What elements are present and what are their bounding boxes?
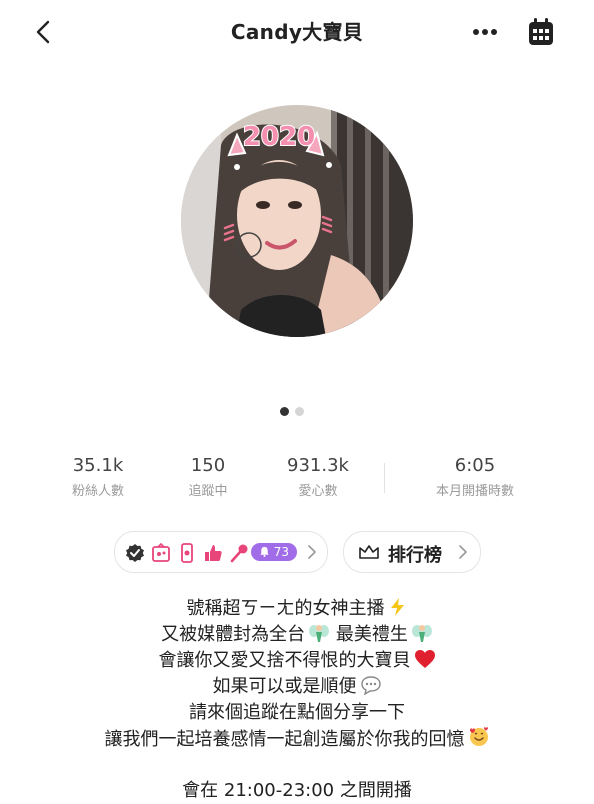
bio-line-blank bbox=[0, 752, 594, 778]
photo-carousel-indicator bbox=[280, 401, 310, 420]
calendar-icon bbox=[529, 18, 553, 45]
stat-value: 6:05 bbox=[454, 455, 496, 476]
speech-bubble-emoji-icon bbox=[360, 676, 381, 695]
stat-value: 150 bbox=[190, 455, 226, 476]
stat-monthly-hours: 6:05 本月開播時數 bbox=[420, 455, 530, 499]
top-bar: Candy大寶貝 bbox=[0, 0, 594, 64]
stat-following[interactable]: 150 追蹤中 bbox=[172, 455, 244, 499]
bio-line: 讓我們一起培養感情一起創造屬於你我的回憶 bbox=[0, 726, 594, 752]
red-heart-emoji-icon bbox=[414, 650, 435, 668]
stat-followers[interactable]: 35.1k 粉絲人數 bbox=[62, 455, 134, 499]
bio-line-schedule: 會在 21:00-23:00 之間開播 bbox=[182, 780, 412, 801]
stat-label: 粉絲人數 bbox=[71, 484, 124, 499]
lightning-emoji-icon bbox=[390, 598, 404, 616]
chevron-right-icon bbox=[459, 545, 467, 559]
calendar-button[interactable] bbox=[526, 16, 556, 48]
more-button[interactable] bbox=[468, 20, 502, 44]
bio-line: 又被媒體封為全台 最美禮生 bbox=[0, 622, 594, 648]
bio-line: 號稱超ㄎㄧㄤ的女神主播 bbox=[0, 596, 594, 622]
chevron-right-icon bbox=[308, 545, 316, 559]
bio-line: 會讓你又愛又捨不得恨的大寶貝 bbox=[0, 648, 594, 674]
crown-icon bbox=[359, 545, 379, 559]
carousel-dot[interactable] bbox=[295, 407, 304, 416]
bell-icon bbox=[260, 546, 269, 557]
stat-label: 愛心數 bbox=[298, 484, 338, 499]
smiling-face-with-hearts-emoji-icon bbox=[469, 727, 488, 746]
badges-button[interactable]: 73 bbox=[114, 531, 328, 573]
fairy-emoji-icon bbox=[411, 625, 432, 642]
level-number: 73 bbox=[273, 545, 290, 559]
stat-value: 931.3k bbox=[287, 455, 349, 476]
verified-badge-icon bbox=[126, 544, 144, 562]
bio-line: 如果可以或是順便 bbox=[0, 674, 594, 700]
microphone-icon bbox=[230, 544, 248, 563]
stat-hearts: 931.3k 愛心數 bbox=[278, 455, 358, 499]
more-horizontal-icon bbox=[473, 29, 497, 35]
fairy-emoji-icon bbox=[309, 625, 330, 642]
stats-divider bbox=[384, 463, 385, 493]
profile-bio: 號稱超ㄎㄧㄤ的女神主播 又被媒體封為全台 最美禮生 會讓你又愛又捨不得恨的大寶貝… bbox=[0, 596, 594, 804]
page-title: Candy大寶貝 bbox=[230, 20, 364, 44]
level-badge: 73 bbox=[251, 543, 297, 561]
profile-avatar[interactable]: 2020 bbox=[181, 105, 413, 337]
stat-label: 追蹤中 bbox=[188, 484, 228, 499]
gift-badge-icon bbox=[152, 543, 170, 562]
thumbs-up-icon bbox=[205, 545, 222, 561]
stat-label: 本月開播時數 bbox=[435, 484, 514, 499]
leaderboard-button[interactable]: 排行榜 bbox=[343, 531, 481, 573]
avatar-2020-sticker: 2020 bbox=[243, 122, 315, 152]
bio-line: 請來個追蹤在點個分享一下 bbox=[189, 702, 405, 723]
stat-value: 35.1k bbox=[72, 455, 124, 476]
phone-badge-icon bbox=[181, 543, 193, 563]
leaderboard-label: 排行榜 bbox=[388, 545, 442, 566]
carousel-dot-active[interactable] bbox=[280, 407, 289, 416]
avatar-photo: 2020 bbox=[181, 105, 413, 337]
profile-stats: 35.1k 粉絲人數 150 追蹤中 931.3k 愛心數 6:05 本月開播時… bbox=[0, 455, 594, 505]
